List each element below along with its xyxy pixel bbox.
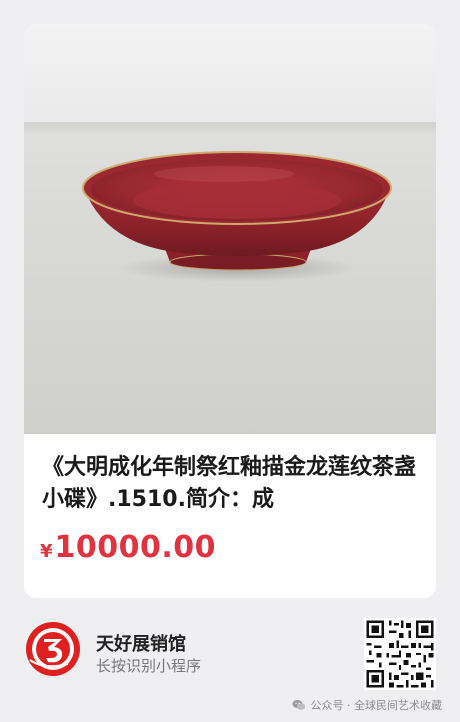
qr-code-icon[interactable] [364, 618, 436, 690]
product-image[interactable] [24, 24, 436, 434]
watermark-text: 公众号 · 全球民间艺术收藏 [310, 699, 443, 712]
mini-program-footer[interactable]: 天好展销馆 长按识别小程序 公众号 · 全球民间艺术收藏 [0, 600, 460, 722]
mini-program-name: 天好展销馆 [96, 634, 186, 655]
product-title[interactable]: 《大明成化年制祭红釉描金龙莲纹茶盏小碟》.1510.简介：成 [42, 452, 422, 516]
watermark: 公众号 · 全球民间艺术收藏 [292, 697, 443, 713]
tianhao-logo-icon[interactable] [24, 620, 82, 678]
currency-symbol: ¥ [40, 541, 53, 562]
product-price: ¥ 10000.00 [40, 530, 216, 565]
red-dish-illustration [82, 151, 392, 282]
price-amount: 10000.00 [54, 530, 217, 565]
product-card[interactable]: 《大明成化年制祭红釉描金龙莲纹茶盏小碟》.1510.简介：成 ¥ 10000.0… [24, 24, 436, 598]
mini-program-hint: 长按识别小程序 [96, 657, 202, 675]
wechat-icon [292, 700, 305, 710]
